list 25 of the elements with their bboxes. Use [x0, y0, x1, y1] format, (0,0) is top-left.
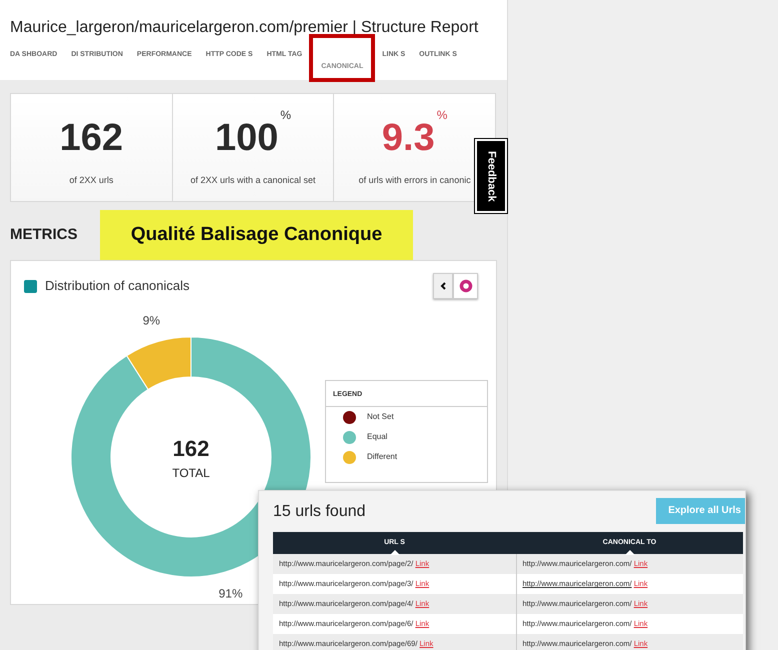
legend-label: Different	[367, 451, 398, 463]
annotation-label: Qualité Balisage Canonique	[100, 210, 413, 260]
chart-title: Distribution of canonicals	[45, 277, 190, 296]
legend-label: Not Set	[367, 411, 394, 423]
back-button[interactable]	[433, 273, 453, 299]
feedback-tab[interactable]: Feedback	[475, 139, 507, 213]
legend-swatch-icon	[24, 280, 37, 292]
legend-label: Equal	[367, 431, 388, 443]
metrics-heading: METRICS	[10, 224, 78, 245]
slice-label: 9%	[142, 314, 160, 328]
slice-label: 91%	[218, 586, 243, 600]
percent-sign: %	[436, 108, 448, 122]
stat-value: 9.3	[382, 116, 435, 160]
stat-caption: of urls with errors in canonic	[358, 174, 471, 187]
stat-caption: of 2XX urls with a canonical set	[190, 174, 316, 187]
chevron-left-icon	[440, 282, 446, 290]
stat-caption: of 2XX urls	[69, 174, 114, 187]
ring-icon	[458, 279, 472, 293]
stat-value: 162	[60, 116, 124, 160]
results-title: 15 urls found	[273, 502, 366, 522]
stat-value: 100	[214, 116, 278, 160]
percent-sign: %	[280, 108, 292, 122]
total-label: TOTAL	[172, 466, 210, 480]
chart-type-button[interactable]	[453, 273, 478, 299]
total-value: 162	[172, 436, 210, 461]
